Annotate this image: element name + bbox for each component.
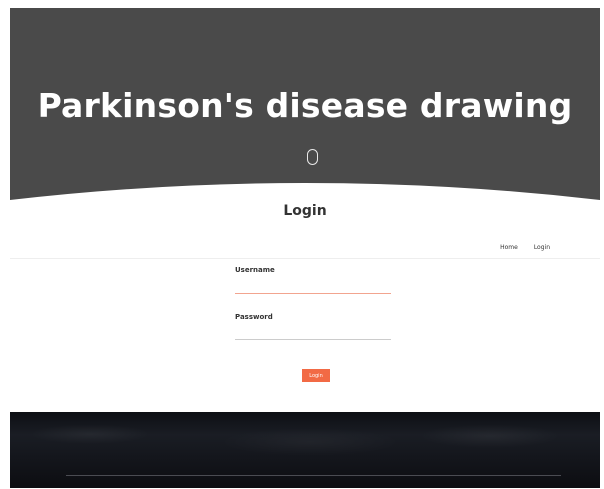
footer-background-texture bbox=[10, 412, 600, 488]
scroll-down-icon[interactable] bbox=[307, 149, 318, 165]
page-frame: Parkinson's disease drawing Login Home L… bbox=[10, 8, 600, 488]
hero-curve-divider bbox=[10, 183, 600, 228]
password-input[interactable] bbox=[235, 324, 391, 338]
hero-title: Parkinson's disease drawing bbox=[37, 86, 573, 125]
password-underline bbox=[235, 339, 391, 340]
nav-item-home[interactable]: Home bbox=[500, 244, 518, 251]
top-nav: Home Login bbox=[500, 244, 550, 251]
username-label: Username bbox=[235, 266, 275, 274]
login-heading: Login bbox=[283, 203, 327, 219]
login-button[interactable]: Login bbox=[302, 369, 330, 382]
nav-divider bbox=[10, 258, 600, 259]
nav-item-login[interactable]: Login bbox=[534, 244, 550, 251]
footer-divider bbox=[66, 475, 561, 476]
password-label: Password bbox=[235, 313, 273, 321]
username-underline bbox=[235, 293, 391, 294]
username-input[interactable] bbox=[235, 278, 391, 292]
footer bbox=[10, 412, 600, 488]
